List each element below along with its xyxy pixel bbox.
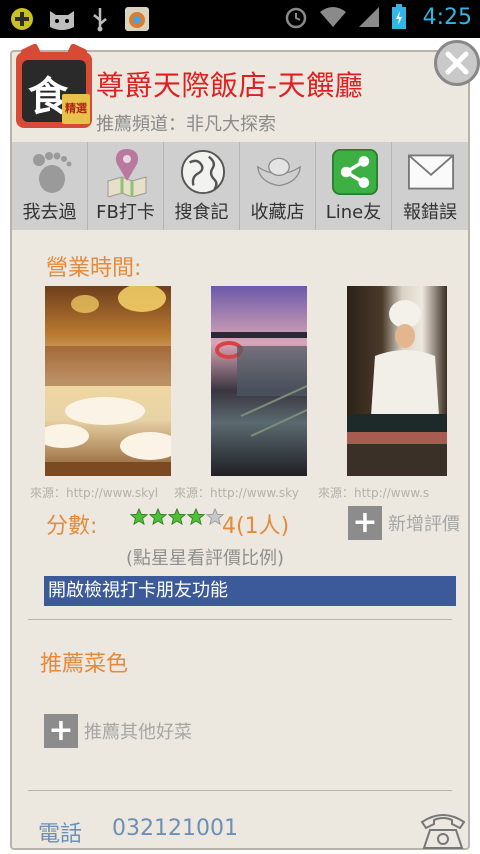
tool-label: 我去過 xyxy=(22,202,77,223)
add-review-button[interactable]: + 新增評價 xyxy=(348,506,460,540)
star-icon[interactable] xyxy=(168,508,186,526)
app-notification-icon xyxy=(125,7,149,31)
tool-label: 搜食記 xyxy=(174,202,229,223)
telephone-icon xyxy=(420,814,466,849)
rating-stars[interactable] xyxy=(130,508,224,526)
globe-icon xyxy=(180,146,226,198)
alarm-icon xyxy=(285,7,306,29)
photo-source: 來源：http://www.sky xyxy=(174,486,299,500)
plus-icon: + xyxy=(348,506,382,540)
tool-label: FB打卡 xyxy=(96,202,155,223)
report-error-button[interactable]: 報錯誤 xyxy=(392,142,468,230)
search-notes-button[interactable]: 搜食記 xyxy=(164,142,240,230)
mail-icon xyxy=(408,146,454,198)
phone-label: 電話 xyxy=(38,822,83,847)
clock: 4:25 xyxy=(422,4,472,30)
business-hours-label: 營業時間: xyxy=(46,256,142,281)
photo-source: 來源：http://www.skyl xyxy=(30,486,159,500)
checkin-friends-toggle[interactable]: 開啟檢視打卡朋友功能 xyxy=(44,576,456,606)
add-review-label: 新增評價 xyxy=(388,514,460,535)
footprint-icon xyxy=(28,146,74,198)
divider xyxy=(28,619,452,620)
photo-source-row: 來源：http://www.skyl 來源：http://www.sky 來源：ht… xyxy=(30,484,448,502)
logo-tag: 精選 xyxy=(62,94,90,124)
been-there-button[interactable]: 我去過 xyxy=(12,142,88,230)
android-cat-icon xyxy=(50,11,74,30)
star-icon[interactable] xyxy=(130,508,148,526)
tool-label: 收藏店 xyxy=(250,202,305,223)
fb-checkin-button[interactable]: FB打卡 xyxy=(88,142,164,230)
tool-label: 報錯誤 xyxy=(403,202,457,223)
battery-icon xyxy=(391,4,406,29)
restaurant-photo-dining-room[interactable] xyxy=(45,286,171,476)
restaurant-photo-skyline[interactable] xyxy=(211,286,307,476)
restaurant-photo-chef[interactable] xyxy=(347,286,447,476)
score-hint: (點星星看評價比例) xyxy=(126,548,285,569)
status-bar: 4:25 xyxy=(0,0,480,38)
score-value: 4(1人) xyxy=(222,514,290,539)
divider xyxy=(28,790,452,791)
score-label: 分數: xyxy=(46,514,98,539)
line-share-button[interactable]: Line友 xyxy=(316,142,392,230)
phone-number[interactable]: 032121001 xyxy=(112,816,238,841)
photo-source: 來源：http://www.s xyxy=(318,486,430,500)
call-button[interactable] xyxy=(418,806,468,850)
close-icon xyxy=(445,51,469,75)
recommend-channel: 推薦頻道：非凡大探索 xyxy=(96,114,276,135)
star-icon[interactable] xyxy=(187,508,205,526)
tool-label: Line友 xyxy=(325,202,382,223)
wifi-icon xyxy=(319,7,346,27)
ingot-icon xyxy=(256,146,302,198)
recommend-other-dish-button[interactable]: + 推薦其他好菜 xyxy=(44,714,192,748)
signal-icon xyxy=(358,7,379,27)
star-icon[interactable] xyxy=(149,508,167,526)
app-logo: 食 精選 xyxy=(16,42,92,128)
plus-icon: + xyxy=(44,714,78,748)
action-toolbar: 我去過 FB打卡 搜食記 收藏店 Line友 報錯誤 xyxy=(12,142,468,230)
share-icon xyxy=(332,146,378,198)
usb-icon xyxy=(93,8,107,32)
favorite-store-button[interactable]: 收藏店 xyxy=(240,142,316,230)
plus-badge-icon xyxy=(11,8,33,30)
map-pin-icon xyxy=(104,146,150,198)
restaurant-title: 尊爵天際飯店-天饌廳 xyxy=(96,69,364,102)
recommend-more-label: 推薦其他好菜 xyxy=(84,722,192,743)
close-button[interactable] xyxy=(434,40,480,86)
recommended-dishes-label: 推薦菜色 xyxy=(40,652,129,677)
